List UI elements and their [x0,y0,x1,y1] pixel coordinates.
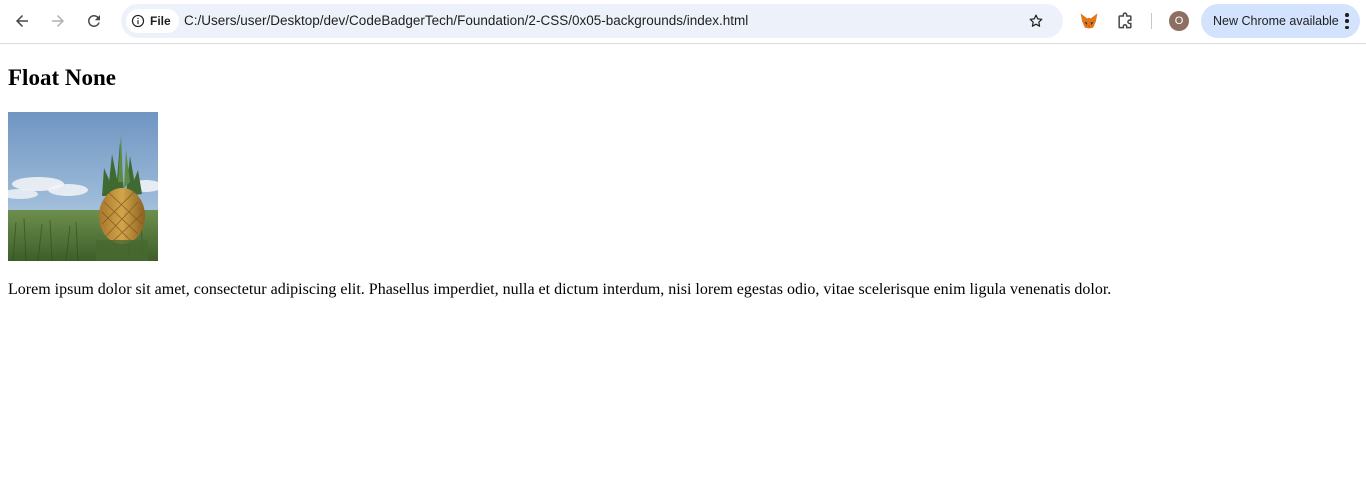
reload-icon [87,14,100,27]
fox-icon [1080,13,1098,29]
site-info-chip[interactable]: File [126,9,179,33]
arrow-left-icon [16,15,28,27]
address-bar[interactable]: File C:/Users/user/Desktop/dev/CodeBadge… [121,4,1063,38]
page-heading: Float None [8,65,116,90]
metamask-extension-button[interactable] [1077,9,1101,33]
profile-avatar[interactable]: O [1169,11,1189,31]
update-chrome-label: New Chrome available [1213,14,1339,28]
pineapple-image [8,112,158,261]
extensions-button[interactable] [1113,9,1137,33]
info-circle-icon [131,14,145,28]
site-chip-label: File [150,14,171,28]
browser-toolbar: File C:/Users/user/Desktop/dev/CodeBadge… [0,0,1366,44]
toolbar-divider [1151,13,1152,29]
star-icon [1029,14,1043,27]
reload-button[interactable] [79,6,109,36]
update-chrome-button[interactable]: New Chrome available [1201,4,1360,38]
three-dots-menu-icon[interactable] [1344,13,1350,29]
url-text[interactable]: C:/Users/user/Desktop/dev/CodeBadgerTech… [184,13,748,28]
lorem-paragraph: Lorem ipsum dolor sit amet, consectetur … [8,281,1112,298]
back-button[interactable] [7,6,37,36]
puzzle-piece-icon [1118,12,1132,29]
page-content: Float None Lorem ipsum dolor sit amet, c… [0,45,1366,489]
forward-button[interactable] [43,6,73,36]
bookmark-button[interactable] [1024,9,1048,33]
arrow-right-icon [52,15,64,27]
